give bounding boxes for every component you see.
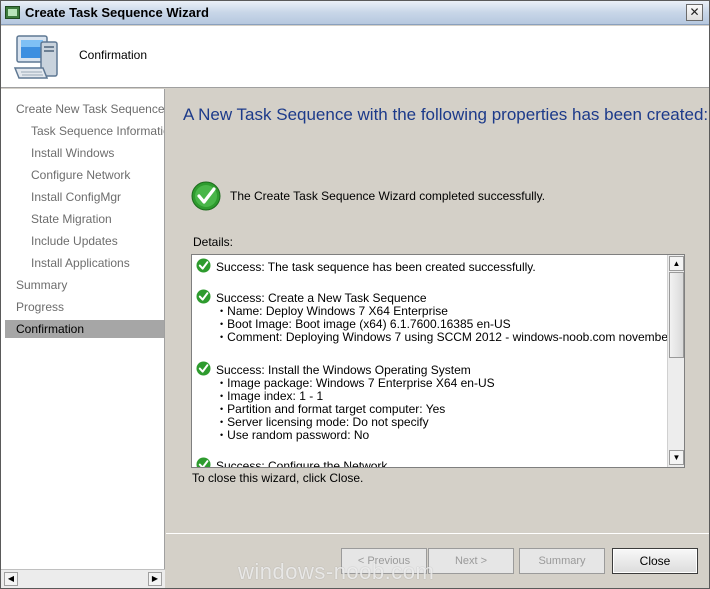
details-entry-heading: Success: Configure the Network: [216, 459, 388, 467]
details-vertical-scrollbar[interactable]: ▲ ▼: [667, 255, 684, 467]
details-entry-item: Comment: Deploying Windows 7 using SCCM …: [220, 331, 668, 344]
scroll-up-arrow-icon[interactable]: ▲: [669, 256, 684, 271]
close-hint-text: To close this wizard, click Close.: [192, 471, 364, 485]
sidebar-item-progress[interactable]: Progress: [16, 298, 164, 316]
details-content: Success: The task sequence has been crea…: [192, 255, 668, 467]
details-entry-heading: Success: Create a New Task Sequence: [216, 291, 427, 305]
scroll-down-arrow-icon[interactable]: ▼: [669, 450, 684, 465]
next-button[interactable]: Next >: [428, 548, 514, 574]
success-message: The Create Task Sequence Wizard complete…: [230, 189, 546, 203]
sidebar-item-include-updates[interactable]: Include Updates: [31, 232, 164, 250]
sidebar-item-install-windows[interactable]: Install Windows: [31, 144, 164, 162]
sidebar-item-summary[interactable]: Summary: [16, 276, 164, 294]
details-entry-heading: Success: Install the Windows Operating S…: [216, 363, 471, 377]
window-close-button[interactable]: ✕: [686, 4, 703, 21]
details-entry-list: Image package: Windows 7 Enterprise X64 …: [220, 377, 495, 442]
success-check-icon: [196, 258, 211, 273]
sidebar-horizontal-scrollbar[interactable]: ◀ ▶: [1, 569, 165, 588]
wizard-step-list: Create New Task Sequence Task Sequence In…: [1, 89, 165, 569]
sidebar-item-task-sequence-information[interactable]: Task Sequence Information: [31, 122, 164, 140]
details-label: Details:: [193, 235, 234, 249]
title-bar[interactable]: Create Task Sequence Wizard ✕: [1, 1, 709, 25]
success-check-icon: [196, 289, 211, 304]
details-listbox[interactable]: Success: The task sequence has been crea…: [191, 254, 685, 468]
confirmation-heading: A New Task Sequence with the following p…: [183, 105, 709, 124]
watermark-text: windows-noob.com: [238, 559, 435, 584]
sidebar-item-install-applications[interactable]: Install Applications: [31, 254, 164, 272]
details-entry-heading: Success: The task sequence has been crea…: [216, 260, 536, 274]
sidebar-item-state-migration[interactable]: State Migration: [31, 210, 164, 228]
computer-icon: [13, 35, 58, 79]
success-check-icon: [196, 457, 211, 467]
close-button[interactable]: Close: [612, 548, 698, 574]
success-check-icon: [191, 181, 221, 211]
wizard-app-icon: [5, 6, 20, 19]
scroll-right-arrow-icon[interactable]: ▶: [148, 572, 162, 586]
success-check-icon: [196, 361, 211, 376]
sidebar-item-confirmation[interactable]: Confirmation: [5, 320, 164, 338]
sidebar-item-create-new-task-sequence[interactable]: Create New Task Sequence: [16, 100, 164, 118]
window-title: Create Task Sequence Wizard: [25, 5, 209, 20]
page-title: Confirmation: [79, 48, 148, 62]
sidebar-item-install-configmgr[interactable]: Install ConfigMgr: [31, 188, 164, 206]
main-content: A New Task Sequence with the following p…: [166, 89, 709, 588]
sidebar-item-configure-network[interactable]: Configure Network: [31, 166, 164, 184]
wizard-window: Create Task Sequence Wizard ✕ Confirmati…: [0, 0, 710, 589]
summary-button[interactable]: Summary: [519, 548, 605, 574]
scroll-left-arrow-icon[interactable]: ◀: [4, 572, 18, 586]
details-entry-item: Use random password: No: [220, 429, 495, 442]
wizard-header: Confirmation: [1, 26, 709, 88]
scrollbar-thumb[interactable]: [669, 272, 684, 358]
details-entry-list: Name: Deploy Windows 7 X64 EnterpriseBoo…: [220, 305, 668, 344]
